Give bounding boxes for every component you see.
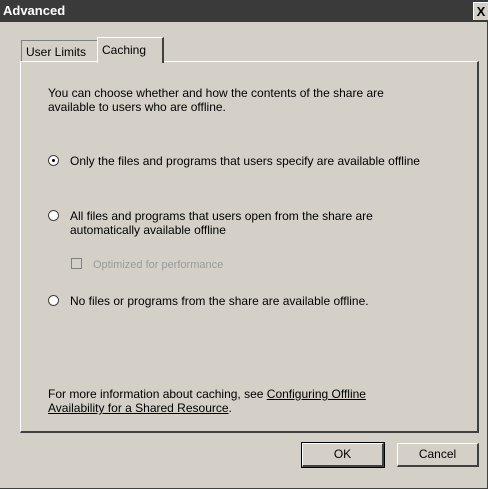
radio-automatic-caching[interactable] [48,210,59,221]
radio-manual-caching-label[interactable]: Only the files and programs that users s… [70,154,420,168]
optimized-checkbox-label[interactable]: Optimized for performance [93,258,223,272]
help-link-part1[interactable]: Configuring Offline [267,387,366,401]
tab-caching[interactable]: Caching [97,37,164,63]
caching-panel: You can choose whether and how the conte… [20,61,479,433]
radio-no-caching-label[interactable]: No files or programs from the share are … [70,294,369,308]
help-link-part2[interactable]: Availability for a Shared Resource [48,401,229,415]
intro-text: You can choose whether and how the conte… [48,86,448,114]
more-info-suffix: . [228,401,232,415]
radio-manual-caching[interactable] [48,155,59,166]
cancel-button[interactable]: Cancel [397,443,479,467]
option2-line-2: automatically available offline [70,223,226,237]
optimized-checkbox[interactable] [71,258,82,269]
title-bar: Advanced X [0,0,488,22]
radio-no-caching[interactable] [48,295,59,306]
more-info-text: For more information about caching, see … [48,387,428,415]
radio-automatic-caching-label[interactable]: All files and programs that users open f… [70,209,373,237]
tab-user-limits[interactable]: User Limits [21,40,97,62]
close-button[interactable]: X [473,2,488,20]
intro-line-1: You can choose whether and how the conte… [48,86,384,100]
ok-button[interactable]: OK [301,442,385,468]
dialog-title: Advanced [3,3,66,18]
advanced-dialog: Advanced X User Limits Caching You can c… [0,0,488,489]
intro-line-2: available to users who are offline. [48,100,226,114]
more-info-prefix: For more information about caching, see [48,387,264,401]
option2-line-1: All files and programs that users open f… [70,209,373,223]
